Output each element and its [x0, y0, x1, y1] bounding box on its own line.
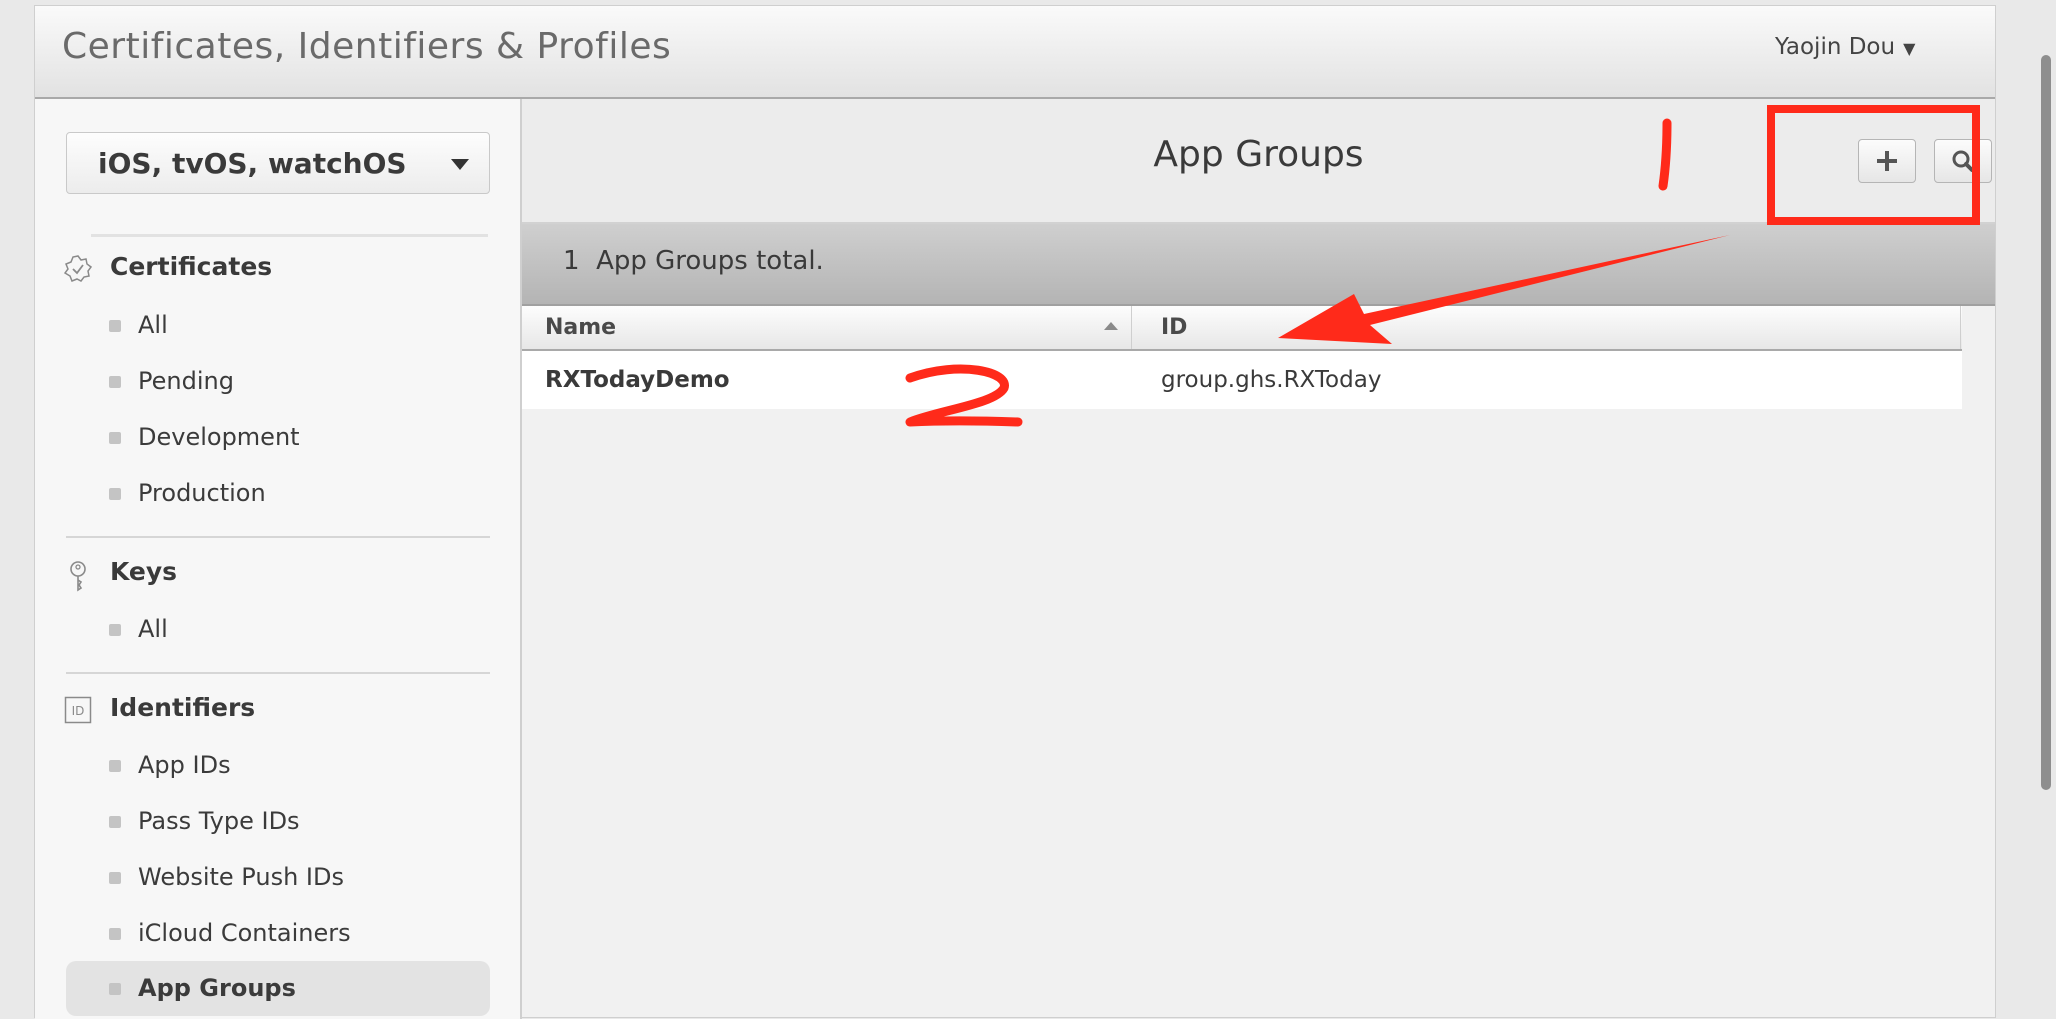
key-icon: [64, 560, 92, 592]
developer-portal-window: Certificates, Identifiers & Profiles Yao…: [34, 5, 1996, 1019]
add-button[interactable]: [1858, 139, 1916, 183]
bullet-icon: [109, 376, 121, 388]
sidebar-item-certificates-production[interactable]: Production: [66, 466, 490, 521]
user-menu[interactable]: Yaojin Dou ▼: [1775, 34, 1915, 60]
divider: [91, 234, 488, 237]
column-header-id[interactable]: ID: [1161, 315, 1187, 340]
summary-text: 1 App Groups total.: [563, 246, 824, 276]
bullet-icon: [109, 624, 121, 636]
sidebar-item-label: All: [138, 311, 168, 339]
section-title: Keys: [110, 557, 178, 586]
chevron-down-icon: ▼: [1903, 39, 1916, 58]
content-header: App Groups: [522, 99, 1995, 224]
column-header-name[interactable]: Name: [545, 315, 616, 340]
sidebar-item-label: Production: [138, 479, 266, 507]
column-divider: [1960, 306, 1961, 349]
section-title: Certificates: [110, 252, 273, 281]
bullet-icon: [109, 928, 121, 940]
sidebar-item-label: Pass Type IDs: [138, 807, 300, 835]
sidebar-item-app-ids[interactable]: App IDs: [66, 738, 490, 793]
id-icon-text: ID: [72, 704, 85, 718]
sidebar-item-icloud-containers[interactable]: iCloud Containers: [66, 906, 490, 961]
page-header: Certificates, Identifiers & Profiles Yao…: [35, 6, 1995, 99]
sidebar-item-website-push-ids[interactable]: Website Push IDs: [66, 850, 490, 905]
bullet-icon: [109, 320, 121, 332]
platform-select-value: iOS, tvOS, watchOS: [98, 147, 407, 180]
sort-ascending-icon: [1104, 322, 1118, 330]
dropdown-arrow-icon: [451, 159, 469, 170]
sidebar-item-label: App Groups: [138, 974, 296, 1002]
bullet-icon: [109, 983, 121, 995]
sidebar-item-certificates-pending[interactable]: Pending: [66, 354, 490, 409]
cell-id: group.ghs.RXToday: [1161, 367, 1382, 393]
divider: [66, 672, 490, 674]
certificate-badge-icon: [63, 255, 93, 283]
search-button[interactable]: [1934, 139, 1992, 183]
sidebar: iOS, tvOS, watchOS Certificates All Pend…: [35, 99, 522, 1019]
sidebar-item-app-groups[interactable]: App Groups: [66, 961, 490, 1016]
summary-bar: 1 App Groups total.: [522, 224, 1995, 306]
bullet-icon: [109, 816, 121, 828]
search-icon: [1935, 140, 1991, 182]
sidebar-item-label: Development: [138, 423, 300, 451]
platform-select[interactable]: iOS, tvOS, watchOS: [66, 132, 490, 194]
sidebar-item-keys-all[interactable]: All: [66, 602, 490, 657]
page-scrollbar[interactable]: [2041, 55, 2051, 790]
divider: [66, 536, 490, 538]
sidebar-item-certificates-development[interactable]: Development: [66, 410, 490, 465]
user-name: Yaojin Dou: [1775, 34, 1896, 60]
table-header: Name ID: [522, 306, 1962, 351]
sidebar-item-label: Pending: [138, 367, 234, 395]
summary-label: App Groups total.: [596, 246, 824, 276]
table-row[interactable]: RXTodayDemo group.ghs.RXToday: [522, 351, 1962, 409]
sidebar-item-certificates-all[interactable]: All: [66, 298, 490, 353]
sidebar-item-pass-type-ids[interactable]: Pass Type IDs: [66, 794, 490, 849]
section-title: Identifiers: [110, 693, 256, 722]
plus-icon: [1859, 140, 1915, 182]
sidebar-item-label: iCloud Containers: [138, 919, 351, 947]
content-title: App Groups: [1153, 134, 1364, 175]
sidebar-item-label: All: [138, 615, 168, 643]
cell-name: RXTodayDemo: [545, 367, 730, 393]
page-title: Certificates, Identifiers & Profiles: [62, 26, 672, 67]
column-divider: [1131, 306, 1132, 349]
main-content: App Groups 1 App Groups total. Name ID R…: [522, 99, 1995, 1019]
bullet-icon: [109, 872, 121, 884]
bullet-icon: [109, 488, 121, 500]
sidebar-item-label: App IDs: [138, 751, 231, 779]
bullet-icon: [109, 432, 121, 444]
summary-count: 1: [563, 246, 580, 276]
id-icon: ID: [64, 696, 92, 724]
sidebar-item-label: Website Push IDs: [138, 863, 344, 891]
bullet-icon: [109, 760, 121, 772]
